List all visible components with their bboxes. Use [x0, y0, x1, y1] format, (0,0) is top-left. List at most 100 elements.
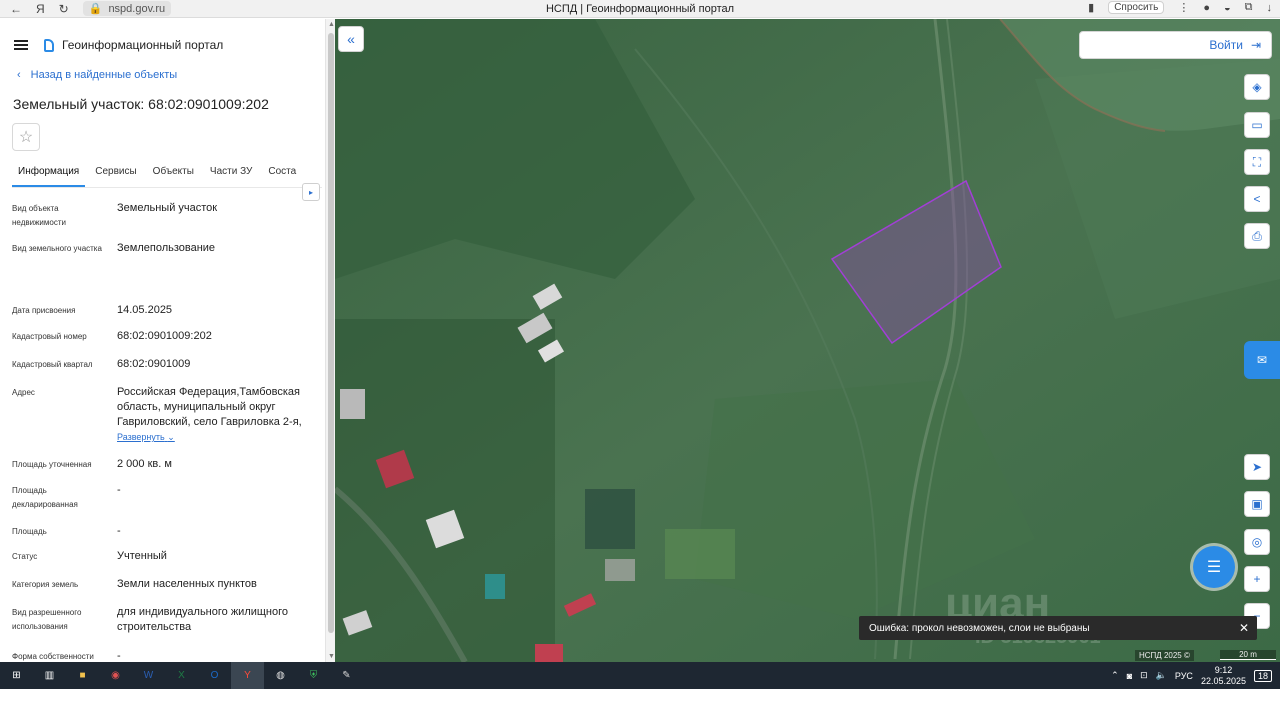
map-view[interactable]: циан ID 319825961 « Войти ⇥ ◈ ▭ ⛶ < ⎙ ✉ … — [335, 19, 1280, 662]
yandex-icon[interactable]: Я — [36, 2, 45, 16]
tab-objects[interactable]: Объекты — [147, 164, 200, 187]
chrome-icon[interactable]: ◍ — [264, 662, 297, 689]
login-icon: ⇥ — [1250, 38, 1261, 52]
attribute-value: Землепользование — [117, 242, 216, 254]
scale-bar: 20 m — [1220, 650, 1276, 660]
ruler-icon: ▭ — [1251, 118, 1263, 132]
chat-icon: ☰ — [1206, 559, 1222, 576]
panel-scrollbar[interactable]: ▲ ▼ — [325, 19, 335, 662]
layers-button[interactable]: ◈ — [1244, 74, 1270, 100]
chat-button[interactable]: ☰ — [1193, 546, 1235, 588]
menu-icon[interactable] — [14, 40, 28, 50]
volume-icon[interactable]: 🔈 — [1156, 670, 1167, 681]
more-icon[interactable]: ⋮ — [1178, 1, 1189, 14]
attribute-value: Земли населенных пунктов — [117, 578, 257, 590]
collapse-panel-button[interactable]: « — [338, 26, 364, 52]
attribute-value: Учтенный — [117, 550, 167, 562]
start-icon[interactable]: ⊞ — [0, 662, 33, 689]
minimap-icon: ▣ — [1251, 497, 1263, 511]
tab-info[interactable]: Информация — [12, 164, 86, 187]
attribute-label: Площадь уточненная — [12, 460, 92, 469]
windows-taskbar: ⊞ ▥ ■ ◉ W X O Y ◍ ⛨ ✎ ⌃ ◙ ⊡ 🔈 РУС 9:12 2… — [0, 662, 1280, 689]
download-icon[interactable]: ↓ — [1267, 2, 1273, 14]
print-icon: ⎙ — [1252, 228, 1262, 243]
browser-toolbar: НСПД | Геоинформационный портал ← Я ↻ 🔒 … — [0, 0, 1280, 18]
select-area-button[interactable]: ⛶ — [1244, 149, 1270, 175]
excel-icon[interactable]: X — [165, 662, 198, 689]
bookmark-icon[interactable]: ▮ — [1088, 1, 1094, 14]
security-icon[interactable]: ⛨ — [297, 662, 330, 689]
attribute-value: Земельный участок — [117, 202, 218, 214]
object-title: Земельный участок: 68:02:0901009:202 — [13, 96, 269, 112]
close-icon[interactable]: ✕ — [1239, 621, 1249, 635]
tab-services[interactable]: Сервисы — [89, 164, 142, 187]
expand-address-link[interactable]: Развернуть ⌄ — [117, 432, 175, 443]
navigation-arrow-icon: ➤ — [1251, 460, 1263, 474]
login-button[interactable]: Войти ⇥ — [1079, 31, 1272, 59]
scroll-down-icon[interactable]: ▼ — [328, 653, 335, 660]
profile-icon[interactable]: ◒ — [1224, 2, 1231, 14]
notifications-icon[interactable]: 18 — [1253, 669, 1272, 682]
print-button[interactable]: ⎙ — [1244, 223, 1270, 249]
bottom-blank-area — [0, 689, 1280, 720]
tab-parts[interactable]: Части ЗУ — [204, 164, 258, 187]
ask-button[interactable]: Спросить — [1108, 1, 1165, 14]
outlook-icon[interactable]: O — [198, 662, 231, 689]
tabs-icon[interactable]: ⧉ — [1245, 1, 1253, 14]
reload-icon[interactable]: ↻ — [59, 2, 69, 16]
chevron-left-icon: ‹ — [17, 69, 21, 81]
share-button[interactable]: < — [1244, 186, 1270, 212]
chevron-up-icon[interactable]: ⌃ — [1111, 670, 1119, 681]
lock-icon: 🔒 — [88, 3, 103, 15]
app-icon[interactable]: ◉ — [99, 662, 132, 689]
camera-icon[interactable]: ◙ — [1127, 671, 1132, 681]
clock[interactable]: 9:12 22.05.2025 — [1201, 665, 1246, 687]
system-tray: ⌃ ◙ ⊡ 🔈 РУС 9:12 22.05.2025 18 — [1111, 662, 1272, 689]
paint-icon[interactable]: ✎ — [330, 662, 363, 689]
zoom-in-button[interactable]: + — [1244, 566, 1270, 592]
attribute-label: Вид земельного участка — [12, 244, 102, 253]
minimap-button[interactable]: ▣ — [1244, 491, 1270, 517]
back-to-results-link[interactable]: ‹ Назад в найденные объекты — [17, 69, 177, 81]
attribute-label: Форма собственности — [12, 652, 94, 661]
language-indicator[interactable]: РУС — [1175, 671, 1193, 681]
attribute-value: 68:02:0901009 — [117, 358, 191, 370]
address-bar[interactable]: 🔒 nspd.gov.ru — [82, 1, 172, 16]
back-icon[interactable]: ← — [10, 2, 22, 16]
attribute-value: 68:02:0901009:202 — [117, 330, 212, 342]
target-icon: ◎ — [1251, 535, 1263, 549]
geolocation-button[interactable]: ➤ — [1244, 454, 1270, 480]
feedback-button[interactable]: ✉ — [1244, 341, 1280, 379]
tabs-next-arrow-icon[interactable]: ▸ — [302, 183, 320, 201]
yandex-browser-icon[interactable]: Y — [231, 662, 264, 689]
network-icon[interactable]: ⊡ — [1140, 670, 1148, 681]
attribute-value: для индивидуального жилищного строительс… — [117, 606, 289, 633]
attribute-label: Вид объекта недвижимости — [12, 204, 66, 227]
locate-button[interactable]: ◎ — [1244, 529, 1270, 555]
notification-count: 18 — [1257, 670, 1268, 681]
attribute-value: 2 000 кв. м — [117, 458, 172, 470]
info-panel: Геоинформационный портал ‹ Назад в найде… — [0, 19, 335, 662]
scrollbar-thumb[interactable] — [328, 33, 334, 633]
attribute-label: Вид разрешенного использования — [12, 608, 82, 631]
tab-composition[interactable]: Соста — [262, 164, 302, 187]
attribute-value: - — [117, 484, 121, 496]
task-view-icon[interactable]: ▥ — [33, 662, 66, 689]
attribute-value: - — [117, 650, 121, 662]
map-attribution: НСПД 2025 © — [1135, 650, 1194, 661]
favorite-star-icon[interactable]: ☆ — [12, 123, 40, 151]
clock-time: 9:12 — [1214, 664, 1233, 675]
attribute-label: Адрес — [12, 388, 35, 397]
file-explorer-icon[interactable]: ■ — [66, 662, 99, 689]
attribute-label: Кадастровый квартал — [12, 360, 93, 369]
attribute-label: Площадь декларированная — [12, 486, 78, 509]
word-icon[interactable]: W — [132, 662, 165, 689]
attribute-value: - — [117, 525, 121, 537]
extension-icon[interactable]: ● — [1203, 2, 1210, 14]
satellite-imagery — [335, 19, 1280, 662]
measure-button[interactable]: ▭ — [1244, 112, 1270, 138]
scroll-up-icon[interactable]: ▲ — [328, 21, 335, 28]
clock-date: 22.05.2025 — [1200, 675, 1246, 686]
error-toast: Ошибка: прокол невозможен, слои не выбра… — [859, 616, 1257, 640]
portal-name: Геоинформационный портал — [62, 38, 224, 52]
